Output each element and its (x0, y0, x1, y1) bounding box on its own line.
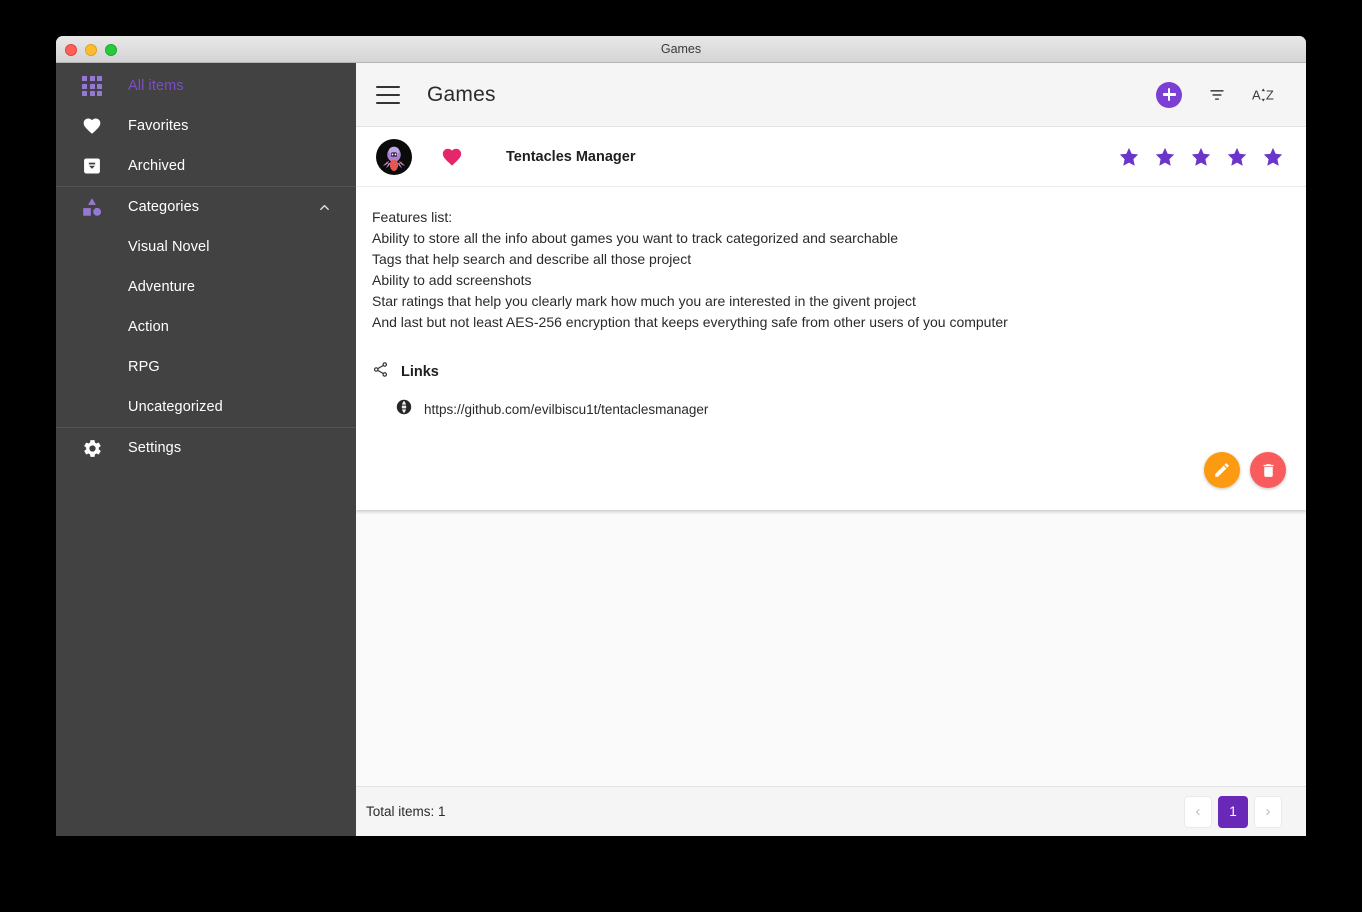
pagination: ‹ 1 › (1184, 795, 1282, 828)
sidebar-item-action[interactable]: Action (56, 307, 356, 347)
sidebar-item-categories[interactable]: Categories (56, 187, 356, 227)
page-title: Games (427, 82, 496, 106)
add-plus-icon (1156, 81, 1182, 108)
sidebar-item-label: All items (128, 78, 184, 94)
links-title: Links (401, 364, 439, 380)
sort-button[interactable]: A Z (1248, 78, 1282, 112)
sidebar-item-label: Adventure (128, 279, 195, 295)
feature-line: Features list: (372, 209, 453, 225)
chevron-up-icon[interactable] (316, 199, 332, 215)
star-icon[interactable] (1154, 146, 1176, 168)
filter-button[interactable] (1200, 78, 1234, 112)
item-detail-card: Tentacles Manager Features list: Ability… (356, 127, 1306, 510)
sidebar-item-label: Archived (128, 158, 186, 174)
sidebar-item-settings[interactable]: Settings (56, 428, 356, 468)
sidebar-item-all-items[interactable]: All items (56, 66, 356, 106)
gear-icon (56, 438, 128, 459)
sidebar-item-visual-novel[interactable]: Visual Novel (56, 227, 356, 267)
heart-icon (56, 116, 128, 136)
item-detail-body: Features list: Ability to store all the … (356, 187, 1306, 434)
item-header-row[interactable]: Tentacles Manager (356, 127, 1306, 187)
sidebar-item-label: RPG (128, 359, 160, 375)
svg-text:A: A (1252, 87, 1261, 102)
star-icon[interactable] (1118, 146, 1140, 168)
app-window: Games All items Favorites Archived Categ… (56, 36, 1306, 836)
pencil-icon (1215, 463, 1229, 477)
pagination-page-1[interactable]: 1 (1218, 795, 1248, 828)
delete-button[interactable] (1250, 452, 1286, 488)
star-icon[interactable] (1262, 146, 1284, 168)
sidebar: All items Favorites Archived Categories … (56, 63, 356, 836)
sidebar-item-label: Action (128, 319, 169, 335)
favorite-heart-icon[interactable] (440, 146, 464, 168)
item-title: Tentacles Manager (506, 148, 636, 165)
edit-button[interactable] (1204, 452, 1240, 488)
octopus-avatar (376, 138, 412, 175)
feature-line: Ability to add screenshots (372, 272, 532, 288)
features-list: Features list: Ability to store all the … (372, 207, 1286, 333)
grid-icon (56, 76, 128, 96)
archive-icon (56, 156, 128, 176)
link-item[interactable]: https://github.com/evilbiscu1t/tentacles… (372, 399, 1286, 420)
sidebar-item-adventure[interactable]: Adventure (56, 267, 356, 307)
window-traffic-lights (65, 36, 117, 63)
share-icon (372, 361, 389, 383)
sidebar-item-label: Settings (128, 440, 182, 456)
feature-line: And last but not least AES-256 encryptio… (372, 314, 1008, 330)
app-toolbar: Games A Z (356, 63, 1306, 127)
add-button[interactable] (1152, 78, 1186, 112)
sidebar-item-label: Favorites (128, 118, 189, 134)
star-icon[interactable] (1190, 146, 1212, 168)
feature-line: Ability to store all the info about game… (372, 230, 899, 246)
sidebar-item-label: Categories (128, 199, 200, 215)
item-action-buttons (356, 434, 1306, 510)
links-section-header: Links (372, 361, 1286, 383)
sidebar-item-label: Visual Novel (128, 239, 210, 255)
pagination-next-button[interactable]: › (1254, 795, 1282, 828)
window-titlebar: Games (56, 36, 1306, 63)
star-rating[interactable] (1118, 146, 1284, 168)
minimize-button[interactable] (85, 43, 97, 56)
feature-line: Tags that help search and describe all t… (372, 251, 692, 267)
svg-text:Z: Z (1266, 87, 1274, 102)
sidebar-item-uncategorized[interactable]: Uncategorized (56, 387, 356, 427)
feature-line: Star ratings that help you clearly mark … (372, 293, 916, 309)
window-title: Games (660, 42, 702, 56)
hamburger-menu-icon[interactable] (376, 85, 400, 104)
close-button[interactable] (65, 43, 77, 56)
link-url[interactable]: https://github.com/evilbiscu1t/tentacles… (424, 402, 708, 417)
sort-alpha-icon: A Z (1252, 87, 1274, 102)
total-items-label: Total items: 1 (366, 804, 446, 819)
detail-scroll-area[interactable]: Tentacles Manager Features list: Ability… (356, 127, 1306, 786)
sidebar-item-archived[interactable]: Archived (56, 146, 356, 186)
sidebar-item-favorites[interactable]: Favorites (56, 106, 356, 146)
footer-bar: Total items: 1 ‹ 1 › (356, 786, 1306, 836)
main-content: Games A Z Tentacles Manager Features lis… (356, 63, 1306, 836)
star-icon[interactable] (1226, 146, 1248, 168)
pagination-prev-button[interactable]: ‹ (1184, 795, 1212, 828)
sidebar-item-rpg[interactable]: RPG (56, 347, 356, 387)
globe-icon (396, 399, 412, 420)
trash-icon (1263, 463, 1273, 477)
shapes-icon (56, 196, 128, 218)
zoom-button[interactable] (105, 43, 117, 56)
filter-icon (1210, 89, 1224, 100)
sidebar-item-label: Uncategorized (128, 399, 223, 415)
